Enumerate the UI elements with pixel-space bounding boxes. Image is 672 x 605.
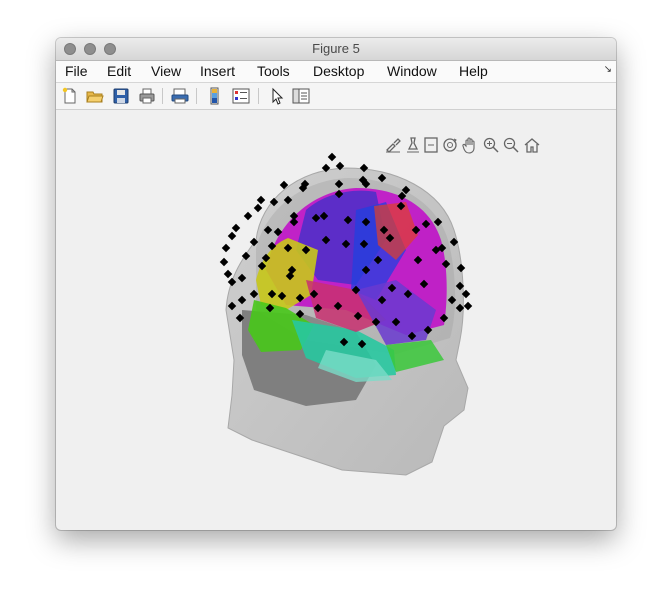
menu-tools[interactable]: Tools xyxy=(257,63,290,79)
window-title: Figure 5 xyxy=(312,41,360,56)
electrode-marker xyxy=(221,243,231,253)
electrode-marker xyxy=(243,211,253,221)
title-bar[interactable]: Figure 5 xyxy=(56,38,616,61)
electrode-marker xyxy=(327,152,337,162)
legend-icon[interactable] xyxy=(232,87,250,105)
menu-bar: File Edit View Insert Tools Desktop Wind… xyxy=(56,61,616,83)
toolbar-separator xyxy=(196,88,197,104)
menu-file[interactable]: File xyxy=(65,63,88,79)
electrode-marker xyxy=(227,231,237,241)
brain-head-plot[interactable] xyxy=(56,110,616,530)
print-icon[interactable] xyxy=(138,87,156,105)
electrode-marker xyxy=(231,223,241,233)
figure-toolbar xyxy=(56,83,616,110)
edit-plot-arrow-icon[interactable] xyxy=(268,87,286,105)
toolbar-separator xyxy=(162,88,163,104)
print-preview-icon[interactable] xyxy=(171,87,189,105)
property-inspector-icon[interactable] xyxy=(292,87,310,105)
menu-help[interactable]: Help xyxy=(459,63,488,79)
toolbar-separator xyxy=(258,88,259,104)
figure-window: Figure 5 File Edit View Insert Tools Des… xyxy=(56,38,616,530)
electrode-marker xyxy=(219,257,229,267)
open-file-icon[interactable] xyxy=(86,87,104,105)
save-icon[interactable] xyxy=(112,87,130,105)
electrode-marker xyxy=(253,203,263,213)
colorbar-icon[interactable] xyxy=(206,87,224,105)
dock-arrow-icon[interactable]: ↘ xyxy=(604,64,612,75)
menu-desktop[interactable]: Desktop xyxy=(313,63,364,79)
electrode-marker xyxy=(463,301,473,311)
new-figure-icon[interactable] xyxy=(61,87,79,105)
menu-window[interactable]: Window xyxy=(387,63,437,79)
electrode-marker xyxy=(256,195,266,205)
menu-view[interactable]: View xyxy=(151,63,181,79)
menu-insert[interactable]: Insert xyxy=(200,63,235,79)
electrode-marker xyxy=(223,269,233,279)
menu-edit[interactable]: Edit xyxy=(107,63,131,79)
